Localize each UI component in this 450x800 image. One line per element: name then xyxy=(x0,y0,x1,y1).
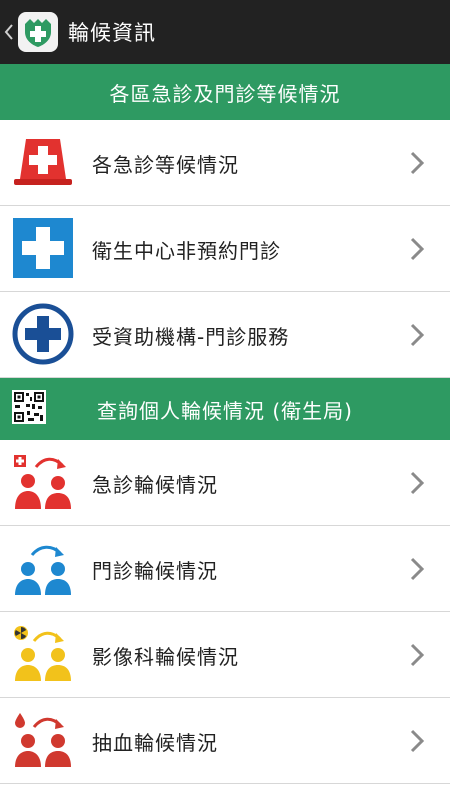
app-logo-icon[interactable] xyxy=(18,12,58,52)
chevron-right-icon xyxy=(408,555,426,583)
list-item-health-centre[interactable]: 衛生中心非預約門診 xyxy=(0,206,450,292)
chevron-right-icon xyxy=(408,235,426,263)
navy-cross-circle-icon xyxy=(12,303,74,365)
chevron-right-icon xyxy=(408,321,426,349)
chevron-right-icon xyxy=(408,727,426,755)
list-item-label: 受資助機構-門診服務 xyxy=(92,324,290,349)
app-title: 輪候資訊 xyxy=(68,21,156,45)
emergency-queue-icon xyxy=(12,451,74,513)
red-cross-cone-icon xyxy=(12,131,74,193)
list-item-label: 急診輪候情況 xyxy=(92,472,218,497)
back-chevron-icon[interactable] xyxy=(2,20,16,44)
list-item-ae-waiting[interactable]: 各急診等候情況 xyxy=(0,120,450,206)
list-item-label: 影像科輪候情況 xyxy=(92,644,239,669)
list-item-label: 衛生中心非預約門診 xyxy=(92,238,281,263)
chevron-right-icon xyxy=(408,149,426,177)
section-header-label: 查詢個人輪候情況 (衛生局) xyxy=(97,398,353,423)
outpatient-queue-icon xyxy=(12,537,74,599)
list-item-label: 門診輪候情況 xyxy=(92,558,218,583)
blue-cross-square-icon xyxy=(12,217,74,279)
list-item-subsidised-clinic[interactable]: 受資助機構-門診服務 xyxy=(0,292,450,378)
list-item-label: 各急診等候情況 xyxy=(92,152,239,177)
radiology-queue-icon xyxy=(12,623,74,685)
list-item-blood-test-queue[interactable]: 抽血輪候情況 xyxy=(0,698,450,784)
blood-test-queue-icon xyxy=(12,709,74,771)
section-header-waiting-times: 各區急診及門診等候情況 xyxy=(0,64,450,120)
section-header-personal-queue[interactable]: 查詢個人輪候情況 (衛生局) xyxy=(0,378,450,440)
qr-code-icon[interactable] xyxy=(12,390,46,424)
section-header-label: 各區急診及門診等候情況 xyxy=(109,81,341,106)
list-item-outpatient-queue[interactable]: 門診輪候情況 xyxy=(0,526,450,612)
list-item-label: 抽血輪候情況 xyxy=(92,730,218,755)
chevron-right-icon xyxy=(408,469,426,497)
chevron-right-icon xyxy=(408,641,426,669)
list-item-radiology-queue[interactable]: 影像科輪候情況 xyxy=(0,612,450,698)
list-item-ae-queue[interactable]: 急診輪候情況 xyxy=(0,440,450,526)
app-top-bar: 輪候資訊 xyxy=(0,0,450,64)
